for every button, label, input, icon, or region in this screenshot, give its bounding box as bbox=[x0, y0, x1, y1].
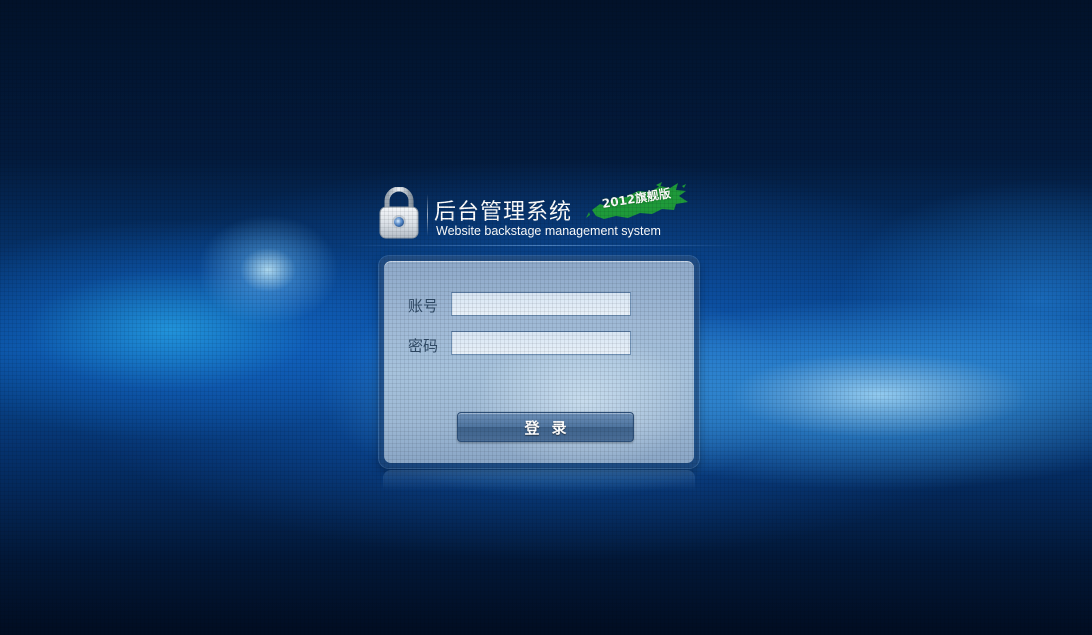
page-subtitle: Website backstage management system bbox=[436, 224, 661, 238]
brand-divider bbox=[427, 194, 428, 236]
account-label: 账号 bbox=[408, 297, 439, 315]
lock-icon bbox=[379, 187, 419, 239]
login-page: 后台管理系统 Website backstage management syst… bbox=[0, 0, 1092, 635]
login-panel: 账号 密码 登录 bbox=[379, 256, 699, 468]
login-button[interactable]: 登录 bbox=[457, 412, 634, 442]
login-form: 账号 密码 登录 bbox=[384, 261, 694, 463]
page-title: 后台管理系统 bbox=[434, 200, 573, 225]
password-input[interactable] bbox=[451, 331, 631, 355]
password-label: 密码 bbox=[408, 337, 439, 355]
account-input[interactable] bbox=[451, 292, 631, 316]
brand-header: 后台管理系统 Website backstage management syst… bbox=[378, 182, 698, 242]
header-divider bbox=[345, 245, 745, 246]
panel-reflection bbox=[383, 470, 695, 490]
